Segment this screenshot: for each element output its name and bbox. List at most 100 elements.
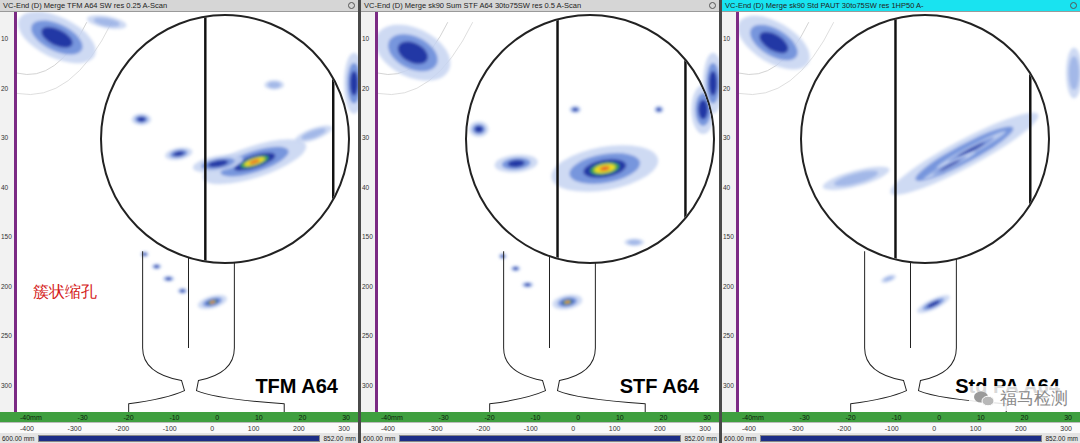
axis-tick: -400 bbox=[381, 425, 395, 432]
axis-tick: 0 bbox=[571, 425, 575, 432]
axis-tick: 20 bbox=[1021, 414, 1029, 421]
axis-tick: -100 bbox=[524, 425, 538, 432]
axis-tick: -300 bbox=[68, 425, 82, 432]
scan-blob bbox=[691, 85, 713, 134]
axis-tick: 300 bbox=[699, 425, 711, 432]
zoom-lens bbox=[100, 14, 350, 264]
scan-blob bbox=[548, 138, 662, 199]
panel-title: VC-End (D) Merge sk90 Sum STF A64 30to75… bbox=[364, 1, 705, 10]
depth-tick: 250 bbox=[723, 332, 734, 339]
scan-blob bbox=[196, 292, 228, 312]
scroll-track[interactable] bbox=[38, 435, 321, 442]
axis-tick: -200 bbox=[476, 425, 490, 432]
depth-tick: 250 bbox=[362, 332, 373, 339]
depth-tick: 250 bbox=[1, 332, 12, 339]
axis-tick: -20 bbox=[845, 414, 855, 421]
depth-tick: 150 bbox=[362, 233, 373, 240]
axis-tick: -20 bbox=[123, 414, 133, 421]
axis-tick: 30 bbox=[342, 414, 350, 421]
depth-tick: 10 bbox=[362, 35, 369, 42]
axis-index: -400-300-200-1000100200300 bbox=[722, 422, 1080, 433]
scroll-track[interactable] bbox=[760, 435, 1043, 442]
zoom-lens bbox=[465, 14, 715, 264]
axis-tick: -200 bbox=[115, 425, 129, 432]
scroll-bar[interactable]: 600.00 mm852.00 mm bbox=[361, 433, 719, 443]
panel-title-bar[interactable]: VC-End (D) Merge sk90 Sum STF A64 30to75… bbox=[361, 0, 719, 12]
depth-tick: 150 bbox=[1, 233, 12, 240]
target-icon[interactable] bbox=[709, 2, 716, 9]
axis-tick: -100 bbox=[163, 425, 177, 432]
scan-blob bbox=[178, 288, 188, 294]
scan-blob bbox=[163, 276, 175, 282]
scroll-start: 600.00 mm bbox=[2, 435, 35, 442]
target-icon[interactable] bbox=[1070, 2, 1077, 9]
axis-index: -400 -300 -200 -100 0 100 200 300 bbox=[361, 422, 719, 433]
app-root: VC-End (D) Merge TFM A64 SW res 0.25 A-S… bbox=[0, 0, 1080, 443]
method-label: STF A64 bbox=[620, 375, 699, 398]
axis-tick: 300 bbox=[1060, 425, 1072, 432]
axis-tick: 100 bbox=[248, 425, 260, 432]
scan-blob bbox=[293, 122, 334, 147]
axis-tick: -40mm bbox=[381, 414, 403, 421]
scan-blob bbox=[499, 253, 507, 259]
depth-tick: 300 bbox=[362, 382, 373, 389]
scroll-bar[interactable]: 600.00 mm 852.00 mm bbox=[722, 433, 1080, 443]
scroll-bar[interactable]: 600.00 mm 852.00 mm bbox=[0, 433, 358, 443]
scan-blob bbox=[192, 151, 245, 175]
scan-blob bbox=[624, 238, 644, 246]
axis-mm: -40mm -30 -20 -10 0 10 20 30 bbox=[722, 412, 1080, 422]
axis-tick: -100 bbox=[885, 425, 899, 432]
watermark: 福马检测 bbox=[969, 386, 1072, 411]
depth-tick: 40 bbox=[362, 184, 369, 191]
axis-tick: -30 bbox=[800, 414, 810, 421]
axis-tick: -10 bbox=[169, 414, 179, 421]
scroll-start: 600.00 mm bbox=[724, 435, 757, 442]
axis-tick: 200 bbox=[654, 425, 666, 432]
axis-tick: 100 bbox=[609, 425, 621, 432]
zoom-lens bbox=[800, 14, 1050, 264]
axis-tick: 0 bbox=[576, 414, 580, 421]
depth-tick: 200 bbox=[723, 283, 734, 290]
scroll-end: 852.00 mm bbox=[1045, 435, 1078, 442]
depth-tick: 300 bbox=[723, 382, 734, 389]
panel-title-bar[interactable]: VC-End (D) Merge sk90 Std PAUT 30to75SW … bbox=[722, 0, 1080, 12]
axis-tick: -400 bbox=[742, 425, 756, 432]
axis-tick: 30 bbox=[1064, 414, 1072, 421]
axis-tick: -40mm bbox=[742, 414, 764, 421]
scroll-end: 852.00 mm bbox=[323, 435, 356, 442]
axis-index: -400-300-200-1000100200300 bbox=[0, 422, 358, 433]
depth-tick: 30 bbox=[1, 134, 8, 141]
depth-tick: 20 bbox=[723, 85, 730, 92]
axis-tick: 20 bbox=[660, 414, 668, 421]
scan-blob bbox=[739, 12, 818, 81]
scan-blob bbox=[821, 162, 892, 195]
depth-tick: 10 bbox=[1, 35, 8, 42]
panel-title-bar[interactable]: VC-End (D) Merge TFM A64 SW res 0.25 A-S… bbox=[0, 0, 358, 12]
depth-tick: 40 bbox=[723, 184, 730, 191]
axis-mm: -40mm-30-20-100102030 bbox=[0, 412, 358, 422]
depth-tick: 200 bbox=[362, 283, 373, 290]
scan-blob bbox=[164, 146, 193, 162]
depth-ruler: 10203040150200250300 bbox=[722, 12, 739, 412]
axis-tick: -300 bbox=[429, 425, 443, 432]
scan-blob bbox=[132, 113, 152, 125]
axis-tick: -10 bbox=[530, 414, 540, 421]
scroll-track[interactable] bbox=[399, 435, 682, 442]
depth-tick: 300 bbox=[1, 382, 12, 389]
axis-tick: -20 bbox=[484, 414, 494, 421]
wechat-icon bbox=[973, 390, 995, 408]
scan-blob bbox=[569, 106, 581, 114]
scan-blob bbox=[511, 265, 521, 271]
target-icon[interactable] bbox=[348, 2, 355, 9]
scan-blob bbox=[378, 13, 459, 92]
depth-tick: 200 bbox=[1, 283, 12, 290]
scan-blob bbox=[264, 80, 284, 90]
axis-tick: 200 bbox=[1015, 425, 1027, 432]
axis-tick: -30 bbox=[439, 414, 449, 421]
axis-tick: 10 bbox=[977, 414, 985, 421]
axis-tick: 0 bbox=[937, 414, 941, 421]
depth-tick: 40 bbox=[1, 184, 8, 191]
axis-tick: 0 bbox=[215, 414, 219, 421]
axis-tick: -10 bbox=[891, 414, 901, 421]
axis-tick: -30 bbox=[78, 414, 88, 421]
